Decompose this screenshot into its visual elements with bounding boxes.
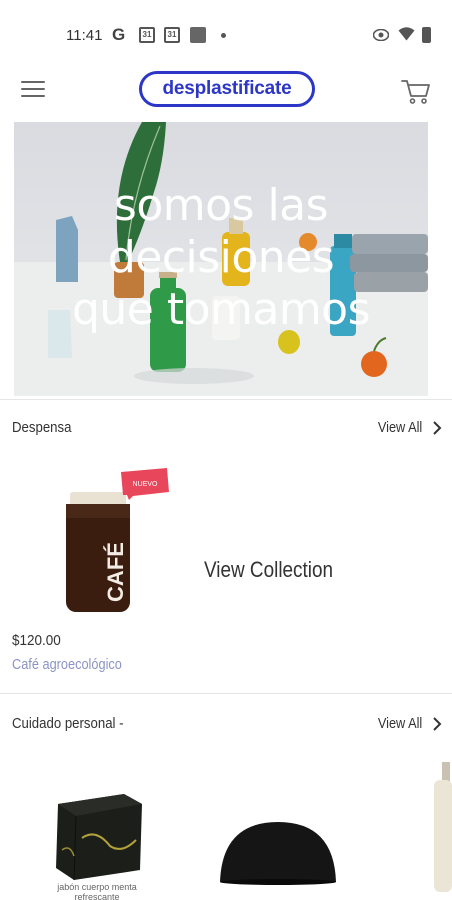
hero-banner[interactable]: somos las decisiones que tomamos <box>14 122 428 396</box>
wifi-icon <box>398 27 415 41</box>
view-all-cuidado-button[interactable]: View All <box>378 715 422 732</box>
hero-line: decisiones <box>107 232 335 283</box>
chevron-right-icon[interactable] <box>432 421 442 435</box>
hero-headline: somos las decisiones que tomamos <box>14 180 428 336</box>
eye-icon <box>373 29 389 41</box>
bottle-image[interactable] <box>432 762 452 892</box>
product-price: $120.00 <box>12 632 61 649</box>
calendar-icon: 31 <box>139 27 155 43</box>
app-header: desplastificate <box>0 70 452 116</box>
status-bar: 11:41 G 31 31 <box>0 0 452 70</box>
view-all-despensa-button[interactable]: View All <box>378 419 422 436</box>
battery-icon <box>422 27 431 43</box>
view-collection-button[interactable]: View Collection <box>204 557 333 583</box>
brand-logo[interactable]: desplastificate <box>139 71 315 107</box>
soap-bar-image[interactable] <box>52 790 144 882</box>
shopping-cart-icon[interactable] <box>400 76 432 106</box>
product-name-link[interactable]: Café agroecológico <box>12 656 122 673</box>
dome-soap-image[interactable] <box>218 820 338 886</box>
badge-text: NUEVO <box>133 481 158 488</box>
google-g-icon: G <box>112 25 126 44</box>
hero-line: que tomamos <box>71 284 371 335</box>
hero-line: somos las <box>113 180 329 231</box>
chevron-right-icon[interactable] <box>432 717 442 731</box>
divider <box>0 693 452 694</box>
jar-label-text: CAFÉ <box>103 542 128 602</box>
divider <box>0 399 452 400</box>
hamburger-menu-icon[interactable] <box>21 81 45 101</box>
section-title-cuidado-personal: Cuidado personal - <box>12 715 124 732</box>
logo-text: desplastificate <box>162 78 292 99</box>
soap-caption: jabón cuerpo menta refrescante <box>57 882 137 900</box>
nuevo-badge: NUEVO <box>121 468 169 500</box>
calendar-icon: 31 <box>164 27 180 43</box>
dot-icon <box>221 33 226 38</box>
square-app-icon <box>190 27 206 43</box>
status-time: 11:41 <box>66 27 103 44</box>
section-title-despensa: Despensa <box>12 419 72 436</box>
